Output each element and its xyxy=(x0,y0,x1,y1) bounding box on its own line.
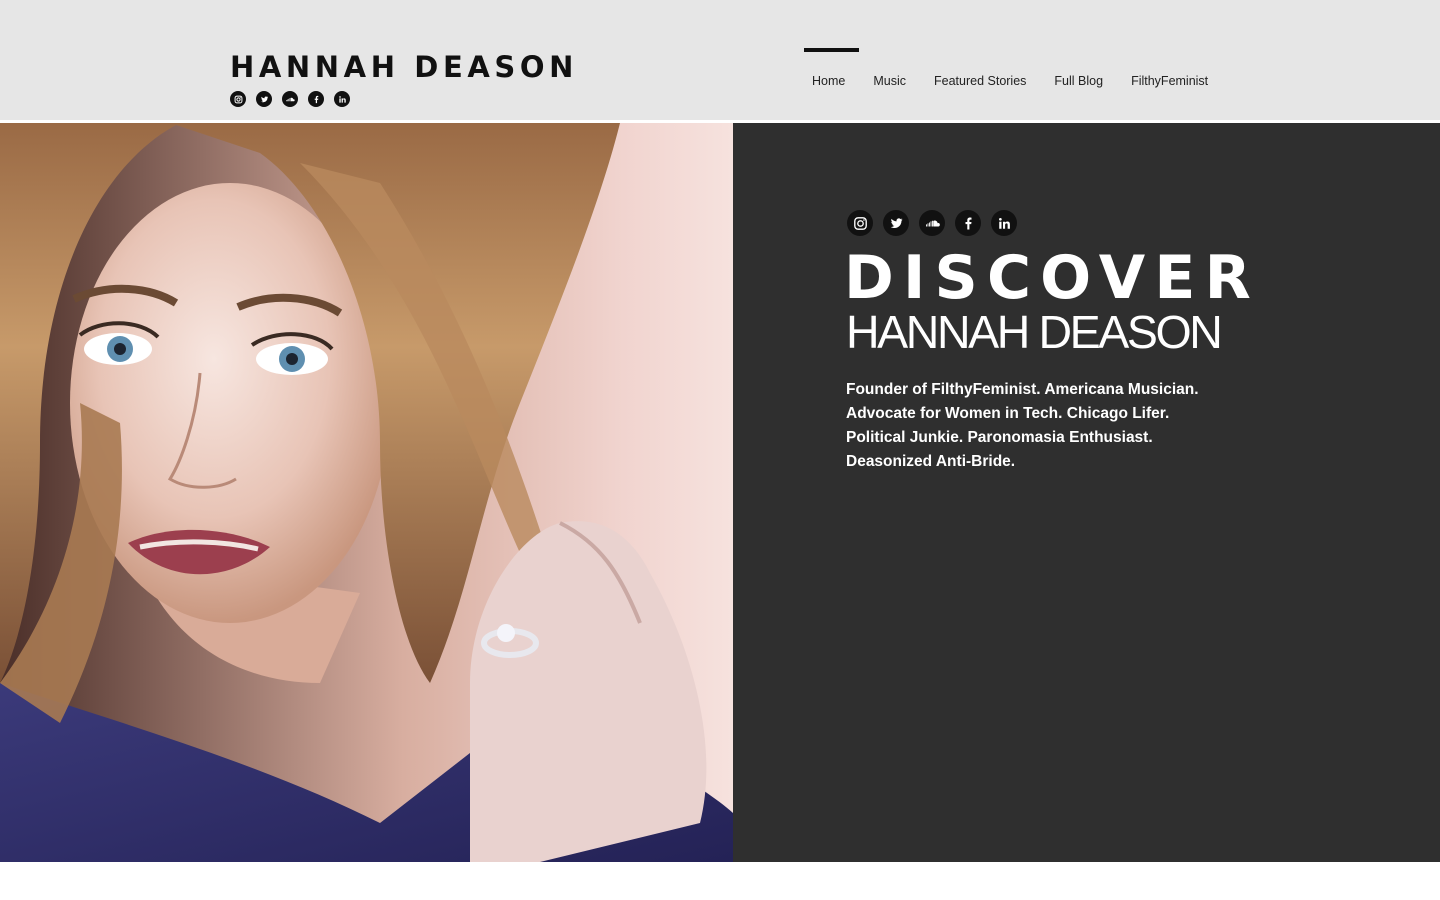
linkedin-icon[interactable] xyxy=(334,91,350,107)
facebook-icon[interactable] xyxy=(955,210,981,236)
hero-headline: DISCOVER xyxy=(844,243,1260,313)
twitter-icon[interactable] xyxy=(883,210,909,236)
main-nav: Home Music Featured Stories Full Blog Fi… xyxy=(798,48,1222,98)
nav-item-featured-stories[interactable]: Featured Stories xyxy=(920,48,1040,98)
hero-section: DISCOVER HANNAH DEASON Founder of Filthy… xyxy=(0,123,1440,862)
nav-item-filthyfeminist[interactable]: FilthyFeminist xyxy=(1117,48,1222,98)
twitter-icon[interactable] xyxy=(256,91,272,107)
linkedin-icon[interactable] xyxy=(991,210,1017,236)
nav-item-home[interactable]: Home xyxy=(798,48,860,98)
hero-social-bar xyxy=(847,210,1017,236)
header-social-bar xyxy=(230,91,350,107)
next-section-peek xyxy=(0,862,1440,900)
hero-intro-panel: DISCOVER HANNAH DEASON Founder of Filthy… xyxy=(733,123,1440,862)
nav-item-full-blog[interactable]: Full Blog xyxy=(1040,48,1117,98)
nav-item-music[interactable]: Music xyxy=(859,48,920,98)
hero-portrait-image xyxy=(0,123,733,862)
facebook-icon[interactable] xyxy=(308,91,324,107)
site-header: HANNAH DEASON Home Music Featured Storie… xyxy=(0,0,1440,120)
soundcloud-icon[interactable] xyxy=(919,210,945,236)
site-title[interactable]: HANNAH DEASON xyxy=(230,48,578,86)
instagram-icon[interactable] xyxy=(230,91,246,107)
instagram-icon[interactable] xyxy=(847,210,873,236)
hero-bio-text: Founder of FilthyFeminist. Americana Mus… xyxy=(846,381,1199,470)
soundcloud-icon[interactable] xyxy=(282,91,298,107)
hero-subheadline: HANNAH DEASON xyxy=(846,306,1223,358)
